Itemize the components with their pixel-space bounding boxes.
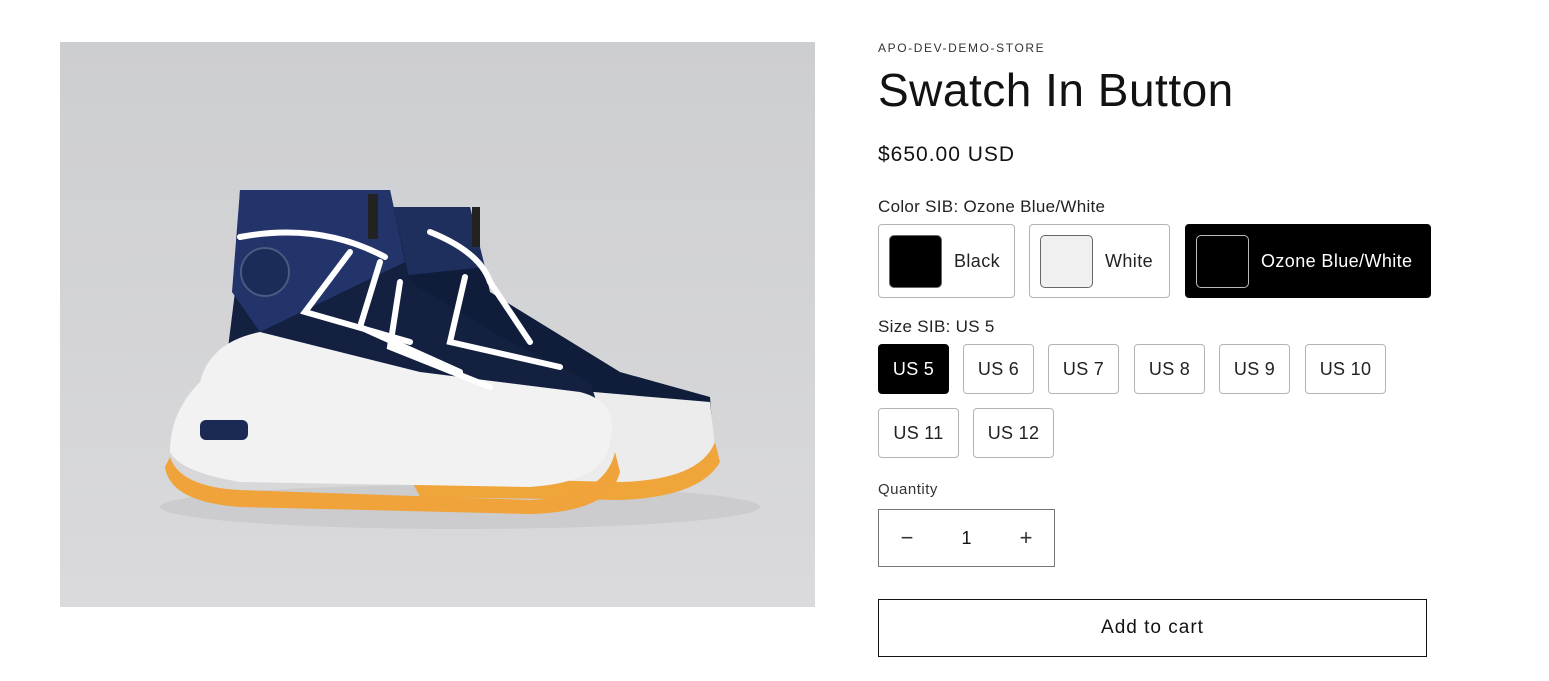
swatch-label: Ozone Blue/White — [1261, 250, 1413, 271]
sneaker-illustration — [60, 42, 815, 607]
product-image[interactable] — [60, 42, 815, 607]
size-us-12[interactable]: US 12 — [973, 408, 1054, 458]
size-us-11[interactable]: US 11 — [878, 408, 959, 458]
color-swatch-white[interactable]: White — [1029, 224, 1170, 298]
color-swatch-ozone-blue-white[interactable]: Ozone Blue/White — [1185, 224, 1431, 298]
swatch-chip-black — [889, 234, 942, 288]
size-option-label: Size SIB: US 5 — [878, 317, 995, 336]
vendor-name: APO-DEV-DEMO-STORE — [878, 41, 1046, 55]
swatch-label: White — [1105, 250, 1154, 271]
quantity-increase-button[interactable]: + — [998, 525, 1054, 551]
quantity-label: Quantity — [878, 481, 938, 498]
product-title: Swatch In Button — [878, 64, 1234, 116]
quantity-stepper: − 1 + — [878, 509, 1055, 567]
size-us-8[interactable]: US 8 — [1134, 344, 1205, 394]
color-option-label: Color SIB: Ozone Blue/White — [878, 197, 1106, 216]
swatch-label: Black — [954, 250, 1001, 271]
size-us-10[interactable]: US 10 — [1305, 344, 1386, 394]
swatch-chip-ozone-blue-white — [1196, 234, 1249, 288]
size-us-9[interactable]: US 9 — [1219, 344, 1290, 394]
color-swatch-black[interactable]: Black — [878, 224, 1015, 298]
size-us-5[interactable]: US 5 — [878, 344, 949, 394]
add-to-cart-button[interactable]: Add to cart — [878, 599, 1427, 657]
quantity-decrease-button[interactable]: − — [879, 525, 935, 551]
quantity-input[interactable]: 1 — [935, 528, 998, 549]
size-us-7[interactable]: US 7 — [1048, 344, 1119, 394]
product-price: $650.00 USD — [878, 143, 1016, 166]
size-us-6[interactable]: US 6 — [963, 344, 1034, 394]
product-info: APO-DEV-DEMO-STORE Swatch In Button $650… — [878, 0, 1438, 681]
swatch-chip-white — [1040, 234, 1093, 288]
